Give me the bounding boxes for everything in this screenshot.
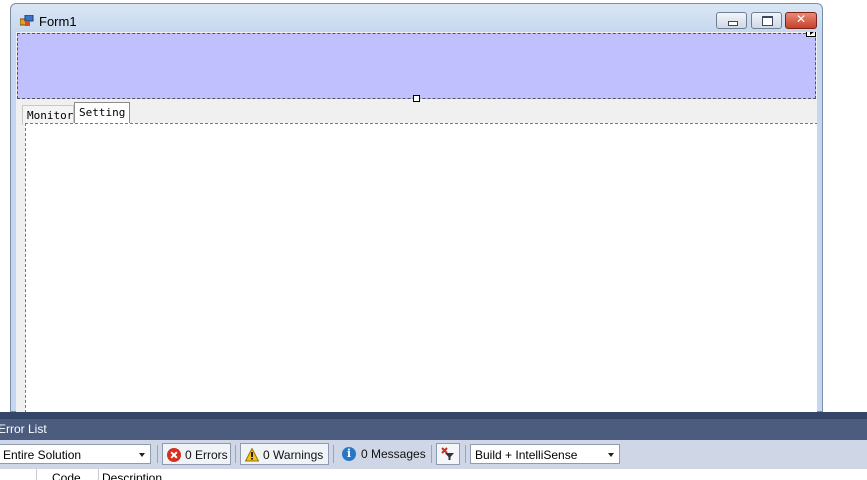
- toolbar-separator: [431, 445, 432, 463]
- form-designer-window: Form1 ✕ Monitor Setting: [10, 3, 823, 412]
- column-divider: [98, 469, 99, 480]
- close-button[interactable]: ✕: [785, 12, 817, 29]
- build-filter-dropdown[interactable]: Build + IntelliSense: [470, 444, 620, 464]
- filter-icon: [441, 447, 454, 460]
- build-filter-value: Build + IntelliSense: [475, 448, 578, 462]
- toolbar-separator: [333, 445, 334, 463]
- tab-setting[interactable]: Setting: [74, 102, 130, 125]
- column-divider: [36, 469, 37, 480]
- smart-tag-icon[interactable]: [806, 32, 816, 37]
- messages-count: 0 Messages: [361, 447, 426, 461]
- resize-handle[interactable]: [413, 95, 420, 102]
- tab-page-setting[interactable]: [25, 123, 817, 412]
- toolbar-separator: [465, 445, 466, 463]
- tab-control: Monitor Setting: [22, 102, 817, 412]
- top-panel[interactable]: [17, 32, 816, 99]
- minimize-button[interactable]: [716, 12, 747, 29]
- close-icon: ✕: [795, 12, 807, 26]
- maximize-button[interactable]: [751, 12, 782, 29]
- scope-dropdown[interactable]: Entire Solution: [0, 444, 151, 464]
- tab-monitor[interactable]: Monitor: [22, 105, 74, 125]
- errors-count: 0 Errors: [185, 448, 228, 462]
- error-list-toolbar: Entire Solution 0 Errors 0 Warnings i 0 …: [0, 440, 867, 469]
- chevron-down-icon: [608, 453, 614, 457]
- error-list-title: Error List: [0, 422, 47, 436]
- messages-toggle-button[interactable]: i 0 Messages: [337, 443, 427, 465]
- error-list-column-header: Code Description: [0, 469, 867, 480]
- chevron-down-icon: [139, 453, 145, 457]
- form-app-icon: [20, 15, 34, 26]
- toolbar-separator: [157, 445, 158, 463]
- scope-value: Entire Solution: [3, 448, 82, 462]
- warnings-toggle-button[interactable]: 0 Warnings: [240, 443, 329, 465]
- error-icon: [167, 448, 181, 462]
- form-title: Form1: [39, 14, 77, 29]
- column-description[interactable]: Description: [102, 471, 162, 480]
- toolbar-separator: [235, 445, 236, 463]
- form-title-bar[interactable]: Form1 ✕: [19, 10, 817, 32]
- info-icon: i: [342, 447, 356, 461]
- form-client-area: Monitor Setting: [16, 32, 817, 412]
- warnings-count: 0 Warnings: [263, 448, 324, 462]
- column-code[interactable]: Code: [52, 471, 81, 480]
- warning-icon: [245, 448, 259, 462]
- errors-toggle-button[interactable]: 0 Errors: [162, 443, 231, 465]
- filter-button[interactable]: [436, 443, 460, 465]
- error-list-header: Error List: [0, 412, 867, 440]
